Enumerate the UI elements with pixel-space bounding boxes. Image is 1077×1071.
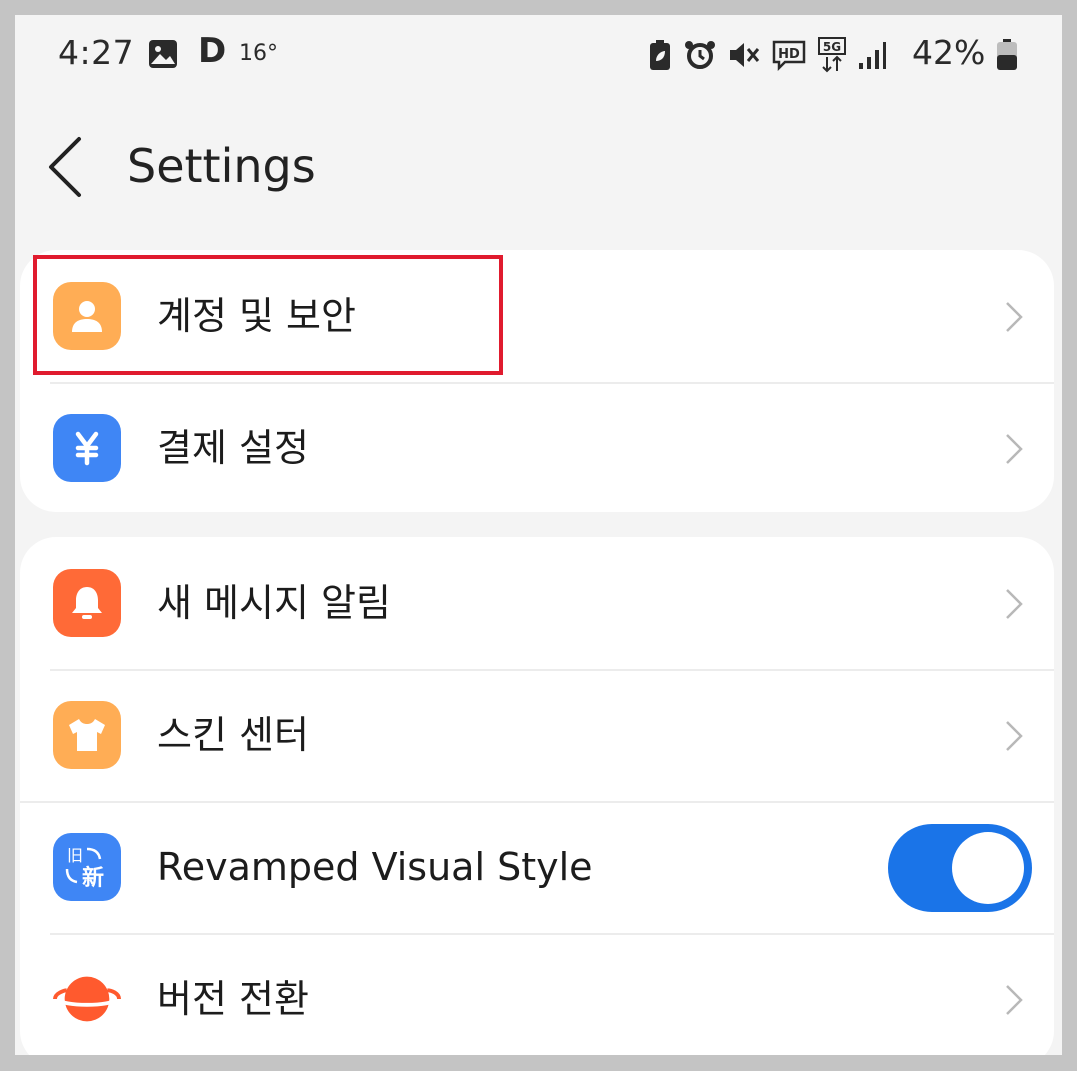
setting-item-revamped-visual-style: 旧 新 Revamped Visual Style (20, 801, 1054, 933)
back-arrow-icon[interactable] (45, 135, 85, 199)
hd-voice-icon: HD (772, 40, 806, 71)
bell-icon (53, 569, 121, 637)
signal-icon (859, 42, 886, 69)
setting-item-payment[interactable]: 결제 설정 (20, 382, 1054, 512)
user-icon (53, 282, 121, 350)
chevron-right-icon (1006, 985, 1023, 1015)
setting-item-account-security[interactable]: 계정 및 보안 (20, 250, 1054, 382)
setting-label: 새 메시지 알림 (157, 581, 391, 625)
icon-text-old: 旧 (67, 846, 83, 865)
status-temperature: 16° (239, 41, 278, 66)
planet-icon (53, 965, 121, 1033)
revamped-style-toggle[interactable] (888, 824, 1032, 912)
photo-icon (149, 40, 177, 68)
setting-label: 버전 전환 (157, 977, 309, 1021)
setting-label: Revamped Visual Style (157, 845, 593, 889)
battery-percent: 42% (912, 33, 986, 72)
toggle-knob (952, 832, 1024, 904)
yen-icon (53, 414, 121, 482)
chevron-right-icon (1006, 434, 1023, 464)
settings-group-general: 새 메시지 알림 스킨 센터 旧 新 Revamped Visual Style… (20, 537, 1054, 1055)
setting-item-skin-center[interactable]: 스킨 센터 (20, 669, 1054, 801)
icon-text-new: 新 (82, 865, 104, 891)
status-time: 4:27 (58, 33, 135, 72)
5g-icon: 5G (818, 37, 846, 73)
setting-label: 스킨 센터 (157, 713, 309, 757)
status-bar: 4:27 D 16° HD 5G 42% (15, 15, 1062, 90)
chevron-right-icon (1006, 302, 1023, 332)
setting-item-version-switch[interactable]: 버전 전환 (20, 933, 1054, 1055)
svg-text:5G: 5G (823, 40, 841, 54)
svg-text:HD: HD (778, 47, 800, 62)
setting-item-new-message-alert[interactable]: 새 메시지 알림 (20, 537, 1054, 669)
d-notification-icon: D (198, 31, 227, 71)
status-icons: HD 5G (647, 35, 887, 75)
battery-saver-icon (650, 40, 670, 70)
mute-icon (730, 43, 760, 67)
old-new-icon: 旧 新 (53, 833, 121, 901)
chevron-right-icon (1006, 721, 1023, 751)
settings-screen: 4:27 D 16° HD 5G 42% Settings 계정 및 보안 결제… (15, 15, 1062, 1055)
chevron-right-icon (1006, 589, 1023, 619)
battery-icon (997, 39, 1017, 70)
settings-group-account: 계정 및 보안 결제 설정 (20, 250, 1054, 512)
setting-label: 계정 및 보안 (157, 294, 356, 338)
page-title: Settings (127, 139, 316, 193)
shirt-icon (53, 701, 121, 769)
setting-label: 결제 설정 (157, 426, 309, 470)
alarm-icon (685, 41, 715, 69)
